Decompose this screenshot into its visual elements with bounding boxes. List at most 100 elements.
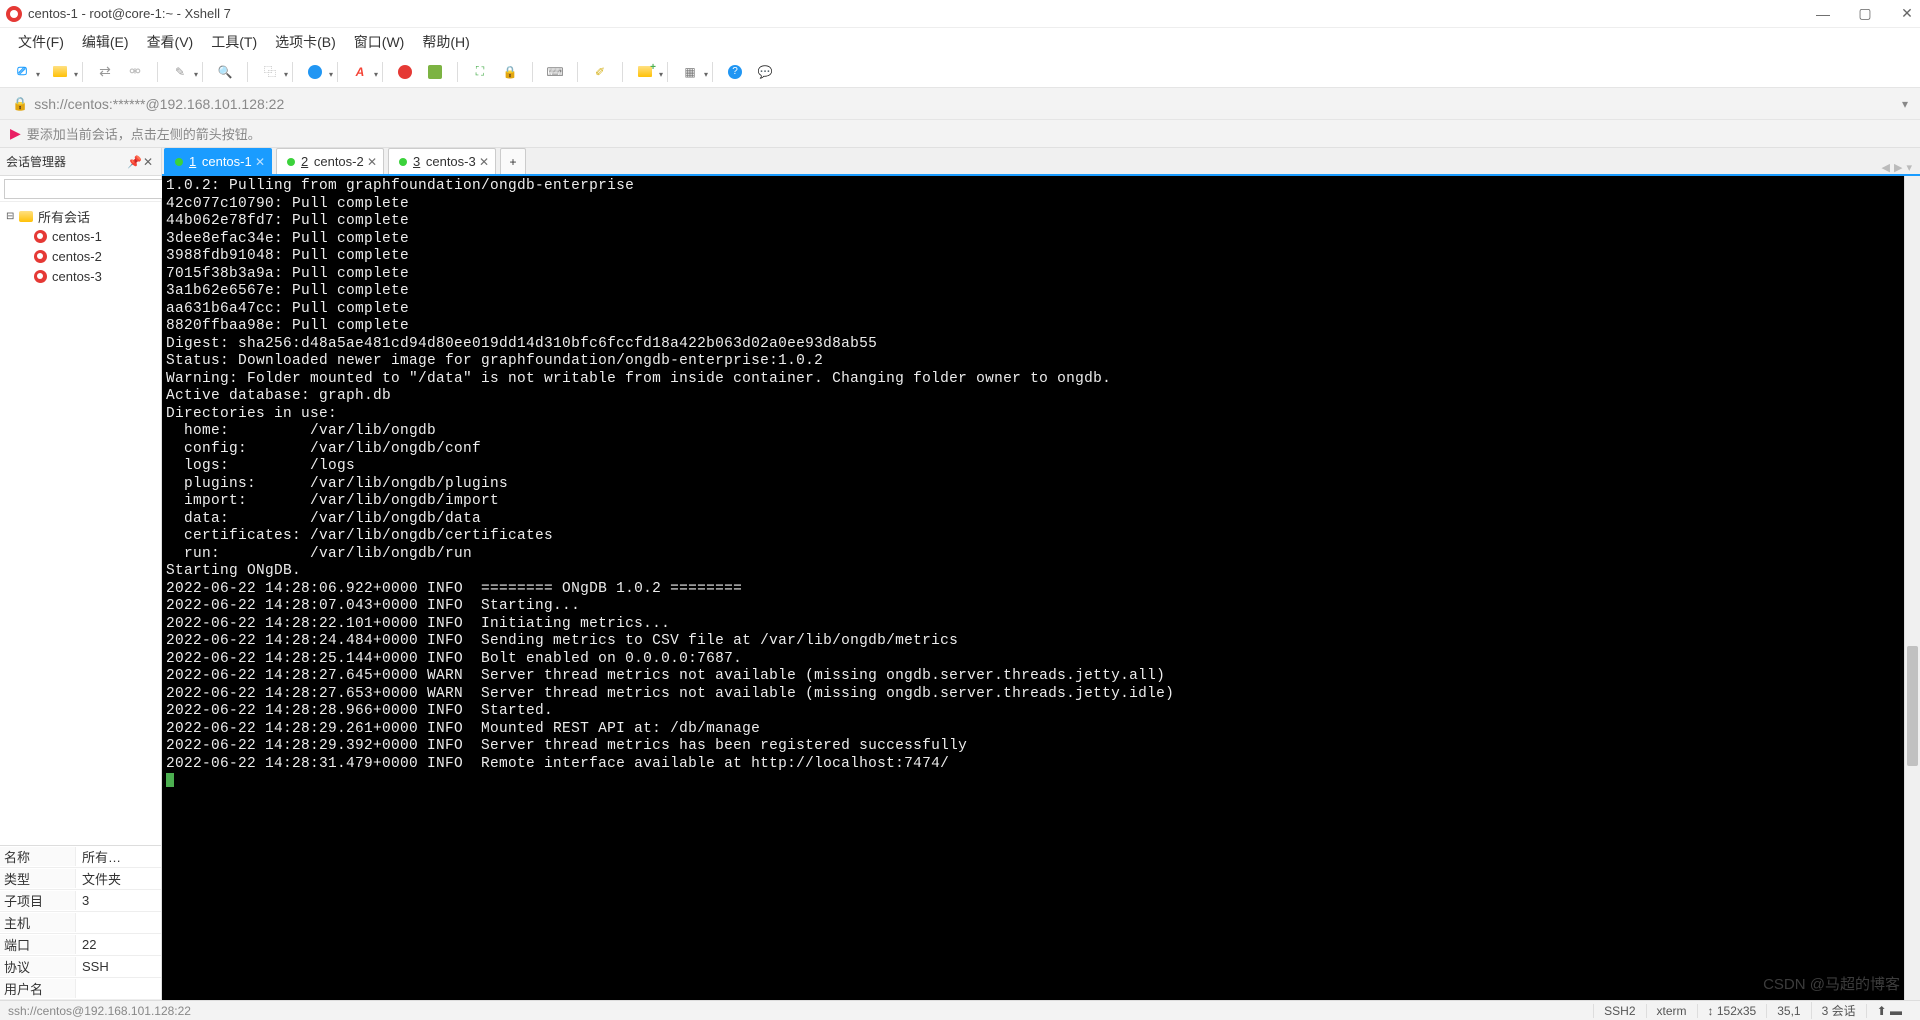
xftp-button[interactable]	[425, 62, 445, 82]
prop-user-k: 用户名	[0, 979, 76, 998]
collapse-icon[interactable]: ⊟	[6, 211, 18, 222]
font-button[interactable]: A▾	[350, 62, 370, 82]
new-folder-button[interactable]: ▾	[635, 62, 655, 82]
pin-button[interactable]: 📌	[127, 155, 141, 169]
session-manager: 会话管理器 📌 ✕ 🔍 ⊟ 所有会话 centos-1 centos-2	[0, 148, 162, 1000]
tab-close[interactable]: ✕	[479, 155, 489, 169]
xshell-button[interactable]	[395, 62, 415, 82]
reconnect-button[interactable]: ⇄	[95, 62, 115, 82]
status-sessions: 3 会话	[1811, 1002, 1866, 1019]
session-icon	[32, 228, 48, 244]
tab-close[interactable]: ✕	[367, 155, 377, 169]
separator	[157, 62, 158, 82]
tree-item-label: centos-1	[52, 229, 102, 244]
menu-window[interactable]: 窗口(W)	[346, 29, 413, 55]
tab-next[interactable]: ▶	[1894, 161, 1902, 174]
menubar: 文件(F) 编辑(E) 查看(V) 工具(T) 选项卡(B) 窗口(W) 帮助(…	[0, 28, 1920, 56]
properties-panel: 名称所有… 类型文件夹 子项目3 主机 端口22 协议SSH 用户名	[0, 845, 161, 1000]
address-bar: 🔒 ssh://centos:******@192.168.101.128:22…	[0, 88, 1920, 120]
prop-type-k: 类型	[0, 869, 76, 888]
sidebar-search-input[interactable]	[4, 179, 169, 199]
prop-name-k: 名称	[0, 847, 76, 866]
tab-centos-2[interactable]: 2 centos-2 ✕	[276, 148, 384, 174]
menu-tools[interactable]: 工具(T)	[203, 29, 265, 55]
open-button[interactable]: ▾	[50, 62, 70, 82]
separator	[202, 62, 203, 82]
menu-file[interactable]: 文件(F)	[10, 29, 72, 55]
status-connection: ssh://centos@192.168.101.128:22	[8, 1004, 1593, 1018]
separator	[712, 62, 713, 82]
folder-icon	[18, 208, 34, 224]
lock-button[interactable]: 🔒	[500, 62, 520, 82]
tab-centos-1[interactable]: 1 centos-1 ✕	[164, 148, 272, 174]
prop-type-v: 文件夹	[76, 869, 121, 888]
flag-icon: ▶	[10, 125, 21, 142]
vertical-scrollbar[interactable]	[1904, 176, 1920, 1000]
scrollbar-thumb[interactable]	[1907, 646, 1918, 766]
separator	[532, 62, 533, 82]
tab-strip: 1 centos-1 ✕ 2 centos-2 ✕ 3 centos-3 ✕ +…	[162, 148, 1920, 176]
copy-button[interactable]: ⿻▾	[260, 62, 280, 82]
properties-button[interactable]: ✎▾	[170, 62, 190, 82]
sidebar-header: 会话管理器 📌 ✕	[0, 148, 161, 176]
titlebar: centos-1 - root@core-1:~ - Xshell 7 — ▢ …	[0, 0, 1920, 28]
toolbar: ⎚▾ ▾ ⇄ ⚮ ✎▾ 🔍 ⿻▾ ▾ A▾ ⛶ 🔒 ⌨ ✐ ▾ ▦▾ ? 💬	[0, 56, 1920, 88]
sidebar-title: 会话管理器	[6, 153, 127, 170]
tree-item-centos-2[interactable]: centos-2	[2, 246, 159, 266]
session-icon	[32, 248, 48, 264]
separator	[247, 62, 248, 82]
prop-port-v: 22	[76, 937, 96, 952]
menu-tabs[interactable]: 选项卡(B)	[267, 29, 344, 55]
status-size: ↕ 152x35	[1697, 1004, 1767, 1018]
tree-item-label: centos-2	[52, 249, 102, 264]
keyboard-button[interactable]: ⌨	[545, 62, 565, 82]
separator	[667, 62, 668, 82]
session-tree: ⊟ 所有会话 centos-1 centos-2 centos-3	[0, 202, 161, 602]
separator	[292, 62, 293, 82]
prop-sub-v: 3	[76, 893, 89, 908]
highlight-button[interactable]: ✐	[590, 62, 610, 82]
maximize-button[interactable]: ▢	[1858, 7, 1872, 21]
minimize-button[interactable]: —	[1816, 7, 1830, 21]
help-button[interactable]: ?	[725, 62, 745, 82]
new-session-button[interactable]: ⎚▾	[12, 62, 32, 82]
disconnect-button[interactable]: ⚮	[125, 62, 145, 82]
find-button[interactable]: 🔍	[215, 62, 235, 82]
status-pos: 35,1	[1766, 1004, 1810, 1018]
content-area: 1 centos-1 ✕ 2 centos-2 ✕ 3 centos-3 ✕ +…	[162, 148, 1920, 1000]
web-button[interactable]: ▾	[305, 62, 325, 82]
terminal[interactable]: 1.0.2: Pulling from graphfoundation/ongd…	[162, 176, 1920, 1000]
prop-name-v: 所有…	[76, 847, 121, 866]
tab-centos-3[interactable]: 3 centos-3 ✕	[388, 148, 496, 174]
tab-close[interactable]: ✕	[255, 155, 265, 169]
terminal-output: 1.0.2: Pulling from graphfoundation/ongd…	[166, 178, 1916, 773]
address-dropdown[interactable]: ▾	[1902, 97, 1908, 111]
status-dot-icon	[287, 158, 295, 166]
tree-item-centos-1[interactable]: centos-1	[2, 226, 159, 246]
tree-root[interactable]: ⊟ 所有会话	[2, 206, 159, 226]
address-url[interactable]: ssh://centos:******@192.168.101.128:22	[34, 96, 284, 112]
separator	[382, 62, 383, 82]
layout-button[interactable]: ▦▾	[680, 62, 700, 82]
separator	[82, 62, 83, 82]
menu-edit[interactable]: 编辑(E)	[74, 29, 137, 55]
separator	[457, 62, 458, 82]
menu-view[interactable]: 查看(V)	[139, 29, 202, 55]
prop-proto-k: 协议	[0, 957, 76, 976]
info-bar: ▶ 要添加当前会话，点击左侧的箭头按钮。	[0, 120, 1920, 148]
sidebar-search: 🔍	[0, 176, 161, 202]
tab-prev[interactable]: ◀	[1882, 161, 1890, 174]
fullscreen-button[interactable]: ⛶	[470, 62, 490, 82]
prop-sub-k: 子项目	[0, 891, 76, 910]
tree-item-centos-3[interactable]: centos-3	[2, 266, 159, 286]
menu-help[interactable]: 帮助(H)	[414, 29, 477, 55]
separator	[622, 62, 623, 82]
status-ssh: SSH2	[1593, 1004, 1645, 1018]
status-dot-icon	[399, 158, 407, 166]
close-button[interactable]: ✕	[1900, 7, 1914, 21]
feedback-button[interactable]: 💬	[755, 62, 775, 82]
tab-add[interactable]: +	[500, 148, 526, 174]
sidebar-close[interactable]: ✕	[141, 155, 155, 169]
tab-list[interactable]: ▾	[1906, 161, 1912, 174]
window-title: centos-1 - root@core-1:~ - Xshell 7	[28, 6, 231, 21]
